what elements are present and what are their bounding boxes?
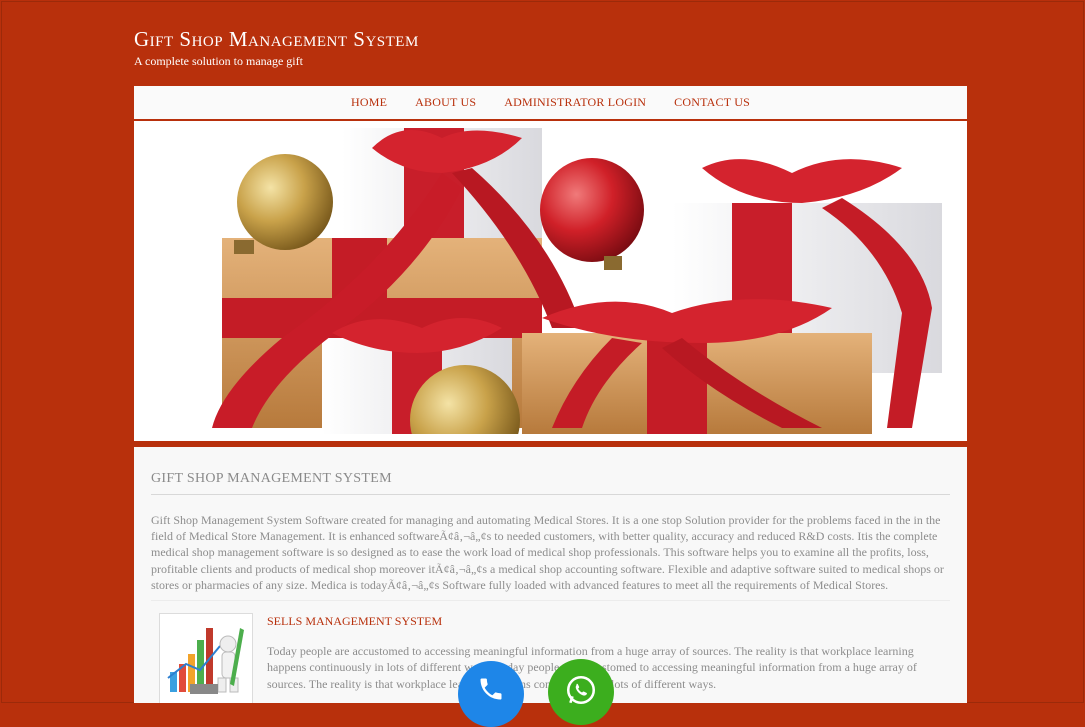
whatsapp-button[interactable] (548, 659, 614, 725)
phone-icon (477, 661, 505, 708)
section-divider (151, 600, 950, 601)
site-header: Gift Shop Management System A complete s… (134, 26, 419, 69)
nav-about-link[interactable]: ABOUT US (401, 95, 490, 110)
feature-title[interactable]: SELLS MANAGEMENT SYSTEM (267, 614, 442, 629)
gift-boxes-banner (142, 128, 959, 434)
banner-section (134, 121, 967, 445)
main-content: GIFT SHOP MANAGEMENT SYSTEM Gift Shop Ma… (134, 447, 967, 703)
main-nav: HOME ABOUT US ADMINISTRATOR LOGIN CONTAC… (134, 86, 967, 121)
site-title[interactable]: Gift Shop Management System (134, 26, 419, 52)
call-button[interactable] (458, 661, 524, 727)
sales-chart-icon (159, 613, 253, 703)
heading-divider (151, 494, 950, 495)
whatsapp-icon (564, 659, 598, 712)
gift-boxes-illustration (142, 128, 959, 434)
intro-paragraph: Gift Shop Management System Software cre… (151, 513, 944, 592)
content-heading: GIFT SHOP MANAGEMENT SYSTEM (151, 471, 392, 486)
nav-contact-link[interactable]: CONTACT US (660, 95, 764, 110)
nav-home-link[interactable]: HOME (337, 95, 401, 110)
nav-admin-login-link[interactable]: ADMINISTRATOR LOGIN (490, 95, 660, 110)
site-tagline: A complete solution to manage gift (134, 54, 303, 68)
